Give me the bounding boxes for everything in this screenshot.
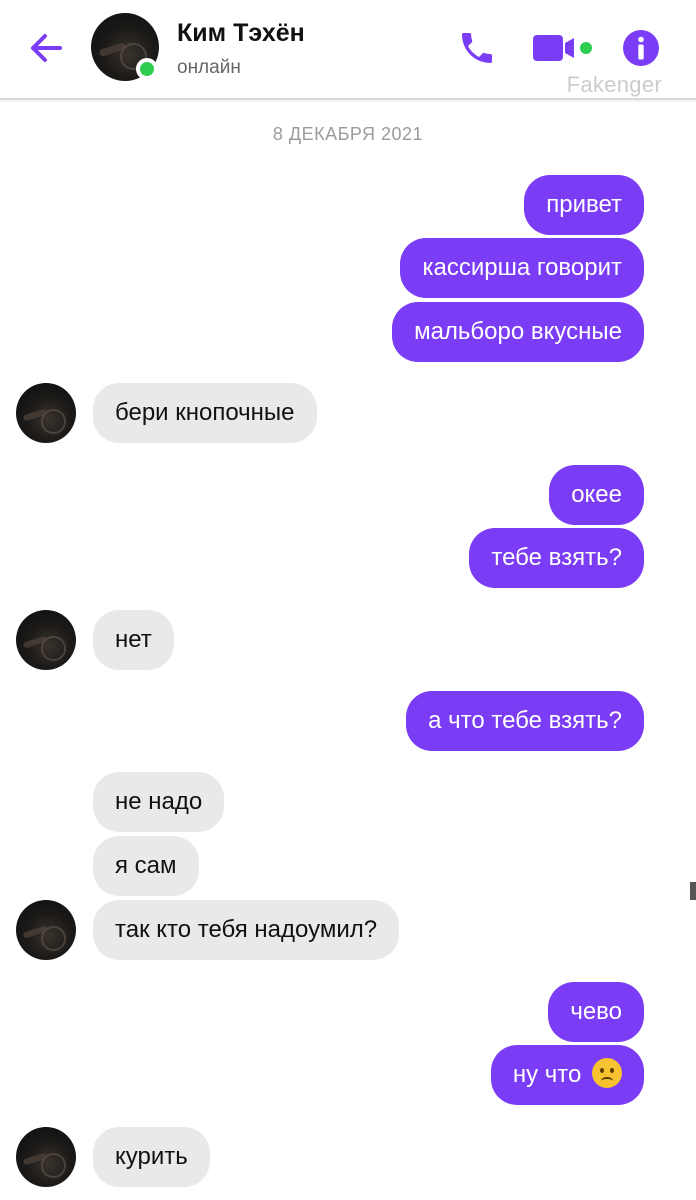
avatar-image — [16, 900, 76, 960]
contact-status: онлайн — [177, 57, 241, 78]
message-bubble-outgoing[interactable]: а что тебе взять? — [406, 691, 644, 751]
message-bubble-incoming[interactable]: бери кнопочные — [93, 383, 317, 443]
message-bubble-outgoing[interactable]: привет — [524, 175, 644, 235]
message-bubble-outgoing[interactable]: тебе взять? — [469, 528, 644, 588]
avatar-image — [16, 383, 76, 443]
video-call-button[interactable] — [530, 28, 596, 68]
message-bubble-outgoing[interactable]: ну что — [490, 1045, 644, 1105]
sender-avatar[interactable] — [16, 900, 76, 960]
arrow-left-icon — [31, 34, 62, 62]
video-camera-icon — [533, 35, 592, 61]
info-button[interactable] — [619, 26, 663, 70]
phone-icon — [462, 33, 492, 63]
message-bubble-outgoing[interactable]: чево — [548, 982, 644, 1042]
info-icon — [623, 30, 659, 66]
online-indicator — [136, 58, 158, 80]
date-separator: 8 ДЕКАБРЯ 2021 — [272, 124, 424, 144]
scrollbar-thumb[interactable] — [690, 882, 696, 900]
message-bubble-incoming[interactable]: так кто тебя надоумил? — [93, 900, 400, 960]
avatar-image — [16, 610, 76, 670]
sender-avatar[interactable] — [16, 383, 76, 443]
message-bubble-outgoing[interactable]: кассирша говорит — [400, 238, 644, 298]
message-bubble-incoming[interactable]: не надо — [93, 772, 225, 832]
sender-avatar[interactable] — [16, 610, 76, 670]
watermark: Fakenger — [566, 72, 662, 97]
message-bubble-incoming[interactable]: я сам — [93, 836, 199, 896]
message-text: ну что — [512, 1061, 582, 1088]
back-button[interactable] — [22, 24, 70, 72]
chat-header: Ким Тэхён онлайн Fakenger — [0, 0, 696, 100]
avatar-image — [16, 1127, 76, 1187]
message-bubble-outgoing[interactable]: окее — [549, 465, 644, 525]
sender-avatar[interactable] — [16, 1127, 76, 1187]
message-bubble-incoming[interactable]: нет — [93, 610, 174, 670]
contact-avatar[interactable] — [91, 13, 159, 81]
frowning-face-emoji — [592, 1058, 622, 1088]
call-button[interactable] — [455, 26, 499, 70]
contact-name[interactable]: Ким Тэхён — [177, 19, 305, 48]
message-bubble-outgoing[interactable]: мальборо вкусные — [392, 302, 644, 362]
message-bubble-incoming[interactable]: курить — [93, 1127, 210, 1187]
